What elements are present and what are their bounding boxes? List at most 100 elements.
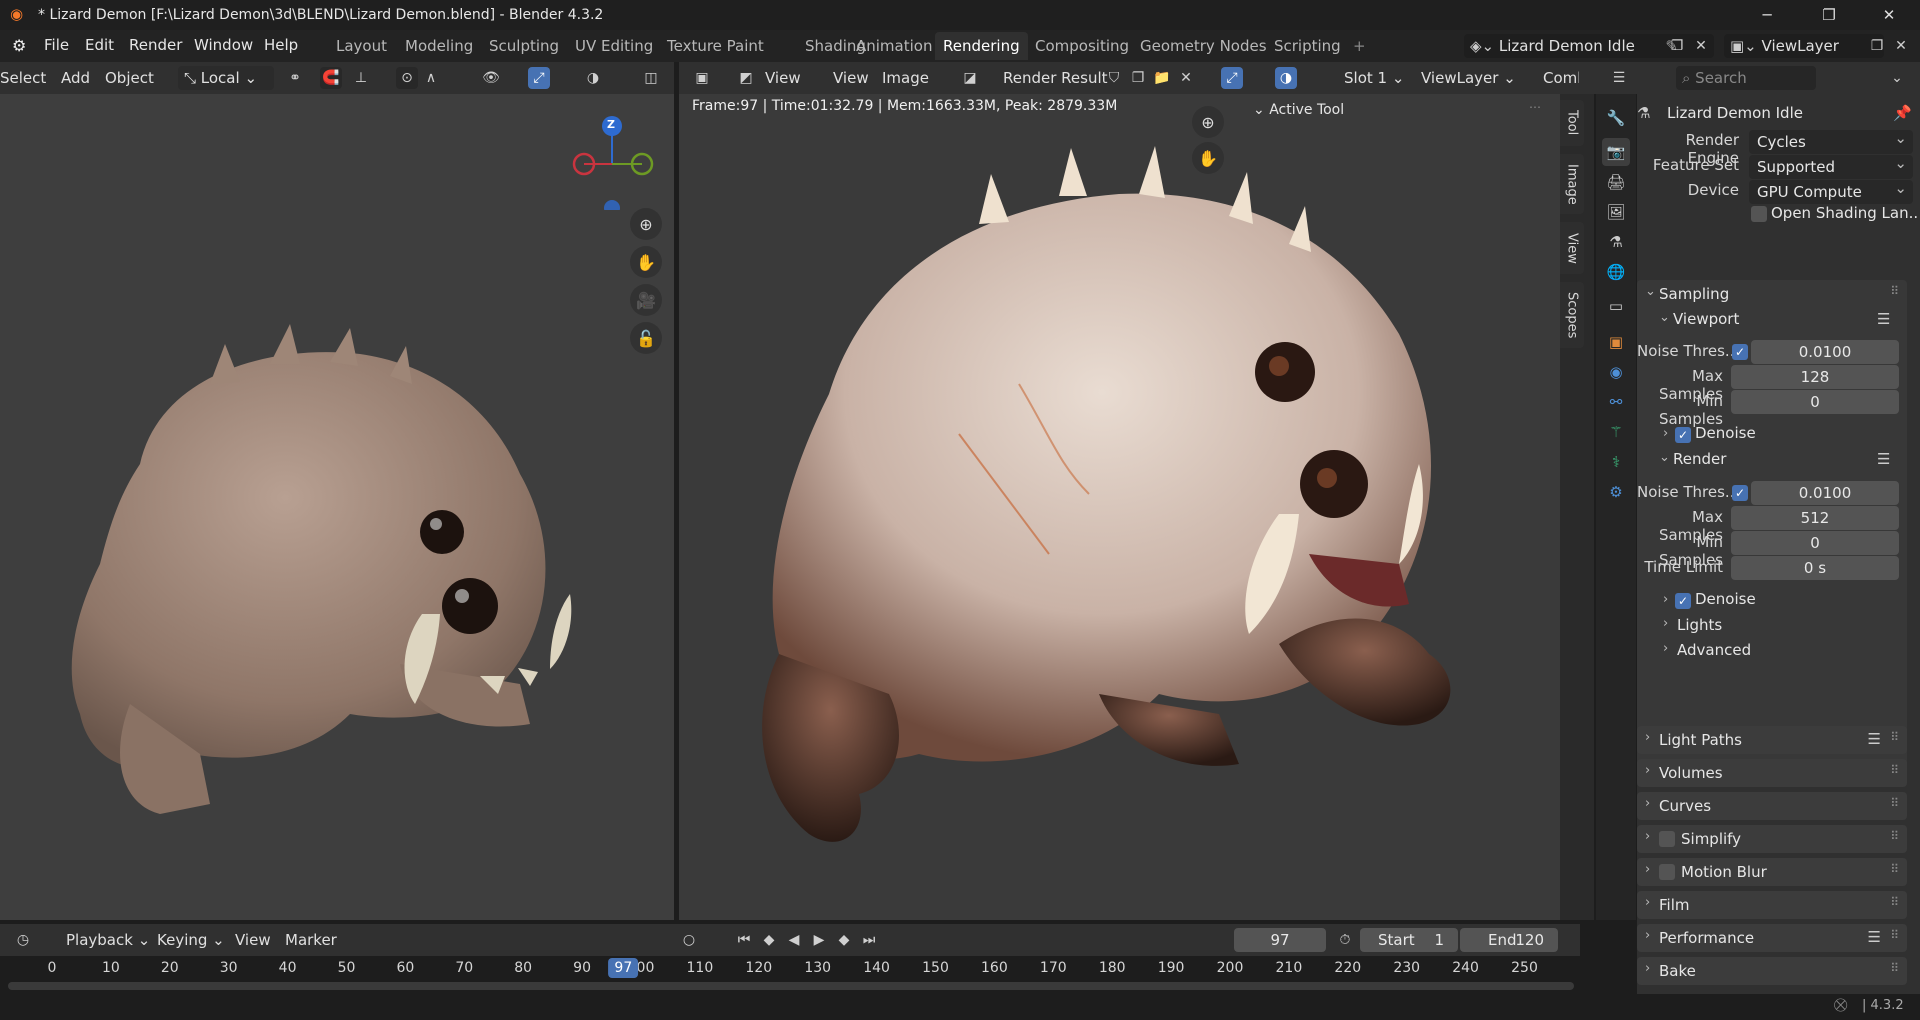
properties-search[interactable]: ⌕ Search <box>1676 66 1816 90</box>
play-icon[interactable]: ▶ <box>808 929 830 951</box>
presets-icon[interactable]: ☰ <box>1868 928 1881 946</box>
collection-tab-icon[interactable]: ▭ <box>1602 292 1630 320</box>
close-window-button[interactable]: ✕ <box>1860 0 1918 30</box>
pan-hand-icon[interactable]: ✋ <box>630 246 662 278</box>
r-denoise-expand-icon[interactable]: › <box>1663 592 1668 607</box>
vp-noise-checkbox[interactable]: ✓ <box>1732 344 1748 360</box>
tab-scripting[interactable]: Scripting <box>1266 32 1349 60</box>
advanced-expand-icon[interactable]: › <box>1663 641 1668 656</box>
side-tab-view[interactable]: View <box>1560 222 1584 274</box>
grip-icon[interactable]: ⠿ <box>1890 730 1899 744</box>
properties-options-icon[interactable]: ⌄ <box>1886 67 1908 89</box>
prev-keyframe-icon[interactable]: ◆ <box>758 929 780 951</box>
pin-panel-icon[interactable]: 📌 <box>1893 104 1912 122</box>
grip-icon[interactable]: ⠿ <box>1890 928 1899 942</box>
grip-icon[interactable]: ⠿ <box>1890 829 1899 843</box>
physics-tab-icon[interactable]: ◉ <box>1602 358 1630 386</box>
tab-layout[interactable]: Layout <box>328 32 395 60</box>
r-time-field[interactable]: 0 s <box>1731 556 1899 580</box>
delete-view-layer-icon[interactable]: ✕ <box>1890 35 1912 57</box>
active-tool-panel[interactable]: ⌄ Active Tool <box>1253 102 1344 118</box>
jump-start-icon[interactable]: ⏮ <box>733 929 755 951</box>
device-dropdown[interactable]: GPU Compute <box>1749 176 1913 204</box>
viewport-presets-icon[interactable]: ☰ <box>1877 310 1890 328</box>
lights-expand-icon[interactable]: › <box>1663 616 1668 631</box>
side-tab-tool[interactable]: Tool <box>1560 100 1584 146</box>
menu-select[interactable]: Select <box>0 69 46 87</box>
new-view-layer-icon[interactable]: ❐ <box>1866 35 1888 57</box>
gizmo-toggle-icon-2[interactable]: ⤢ <box>1221 67 1243 89</box>
fake-user-icon[interactable]: ⛉ <box>1103 67 1125 89</box>
image-editor[interactable]: Frame:97 | Time:01:32.79 | Mem:1663.33M,… <box>679 94 1560 920</box>
image-browse-icon[interactable]: ◪ <box>959 67 981 89</box>
visibility-icon[interactable]: 👁 <box>480 67 502 89</box>
vp-noise-field[interactable]: 0.0100 <box>1751 340 1899 364</box>
slot-selector[interactable]: Slot 1 ⌄ <box>1344 69 1404 87</box>
menu-playback[interactable]: Playback ⌄ <box>66 931 150 949</box>
tool-tab-icon[interactable]: 🔧 <box>1602 104 1630 132</box>
performance-panel[interactable]: › Performance ☰ ⠿ <box>1637 924 1907 952</box>
curves-panel[interactable]: › Curves ⠿ <box>1637 792 1907 820</box>
tab-texture-paint[interactable]: Texture Paint <box>659 32 772 60</box>
jump-end-icon[interactable]: ⏭ <box>858 929 880 951</box>
simplify-checkbox[interactable] <box>1659 831 1675 847</box>
render-engine-dropdown[interactable]: Cycles <box>1749 126 1913 154</box>
lock-view-icon[interactable]: 🔓 <box>630 322 662 354</box>
playhead[interactable]: 97 <box>608 958 639 978</box>
menu-edit[interactable]: Edit <box>85 36 114 54</box>
r-noise-field[interactable]: 0.0100 <box>1751 481 1899 505</box>
view-mode-icon[interactable]: ◩ <box>735 67 757 89</box>
properties-editor-icon[interactable]: ☰ <box>1608 67 1630 89</box>
tab-animation[interactable]: Animation <box>848 32 940 60</box>
timeline-editor-icon[interactable]: ◷ <box>12 929 34 951</box>
osl-checkbox[interactable] <box>1751 206 1767 222</box>
render-presets-icon[interactable]: ☰ <box>1877 450 1890 468</box>
play-reverse-icon[interactable]: ◀ <box>783 929 805 951</box>
r-denoise-checkbox[interactable]: ✓ <box>1675 593 1691 609</box>
timeline-scrollbar[interactable] <box>8 982 1574 990</box>
film-panel[interactable]: › Film ⠿ <box>1637 891 1907 919</box>
proportional-edit-icon[interactable]: ⊙ <box>396 67 418 89</box>
record-icon[interactable]: ○ <box>678 929 700 951</box>
transform-orientation[interactable]: ⤡ Local ⌄ <box>178 66 274 90</box>
blender-menu-icon[interactable]: ⚙ <box>12 36 26 55</box>
r-noise-checkbox[interactable]: ✓ <box>1732 485 1748 501</box>
camera-view-icon[interactable]: 🎥 <box>630 284 662 316</box>
tab-compositing[interactable]: Compositing <box>1027 32 1137 60</box>
simplify-panel[interactable]: › Simplify ⠿ <box>1637 825 1907 853</box>
light-paths-panel[interactable]: › Light Paths ☰ ⠿ <box>1637 726 1907 754</box>
tab-rendering[interactable]: Rendering <box>935 32 1028 60</box>
object-tab-icon[interactable]: ▣ <box>1602 328 1630 356</box>
editor-type-icon[interactable]: ▣ <box>691 67 713 89</box>
object-data-tab-icon[interactable]: ⚙ <box>1602 478 1630 506</box>
side-tab-scopes[interactable]: Scopes <box>1560 282 1584 348</box>
feature-set-dropdown[interactable]: Supported <box>1749 151 1913 179</box>
bone-tab-icon[interactable]: ⚕ <box>1602 448 1630 476</box>
menu-help[interactable]: Help <box>264 36 298 54</box>
menu-window[interactable]: Window <box>194 36 253 54</box>
layer-selector[interactable]: ViewLayer ⌄ <box>1421 69 1516 87</box>
preview-range-icon[interactable]: ⏱ <box>1334 929 1356 951</box>
tab-sculpting[interactable]: Sculpting <box>481 32 567 60</box>
menu-render[interactable]: Render <box>129 36 182 54</box>
vp-denoise-label[interactable]: Denoise <box>1695 424 1756 442</box>
menu-image[interactable]: Image <box>882 69 929 87</box>
data-tab-icon[interactable]: ⚚ <box>1602 418 1630 446</box>
current-frame-field[interactable]: 97 <box>1234 928 1326 952</box>
side-tab-image[interactable]: Image <box>1560 154 1584 214</box>
delete-scene-icon[interactable]: ✕ <box>1690 35 1712 57</box>
3d-viewport[interactable]: Z ⊕ ✋ 🎥 🔓 <box>0 94 674 920</box>
timeline-ruler[interactable]: 0 10 20 30 40 50 60 70 80 90 100 110 120 130 140 150 160… <box>0 956 1580 994</box>
menu-keying[interactable]: Keying ⌄ <box>157 931 225 949</box>
end-frame-field[interactable]: End 120 <box>1460 928 1558 952</box>
pass-selector[interactable]: Combi <box>1543 69 1579 87</box>
overlay-icon[interactable]: ◑ <box>582 67 604 89</box>
menu-add[interactable]: Add <box>61 69 90 87</box>
r-denoise-label[interactable]: Denoise <box>1695 590 1756 608</box>
unlink-image-icon[interactable]: ✕ <box>1175 67 1197 89</box>
output-tab-icon[interactable]: 🖨 <box>1602 168 1630 196</box>
r-min-field[interactable]: 0 <box>1731 531 1899 555</box>
render-collapse-icon[interactable]: ⌄ <box>1659 450 1670 465</box>
bake-panel[interactable]: › Bake ⠿ <box>1637 957 1907 985</box>
sampling-collapse-icon[interactable]: ⌄ <box>1645 284 1656 299</box>
